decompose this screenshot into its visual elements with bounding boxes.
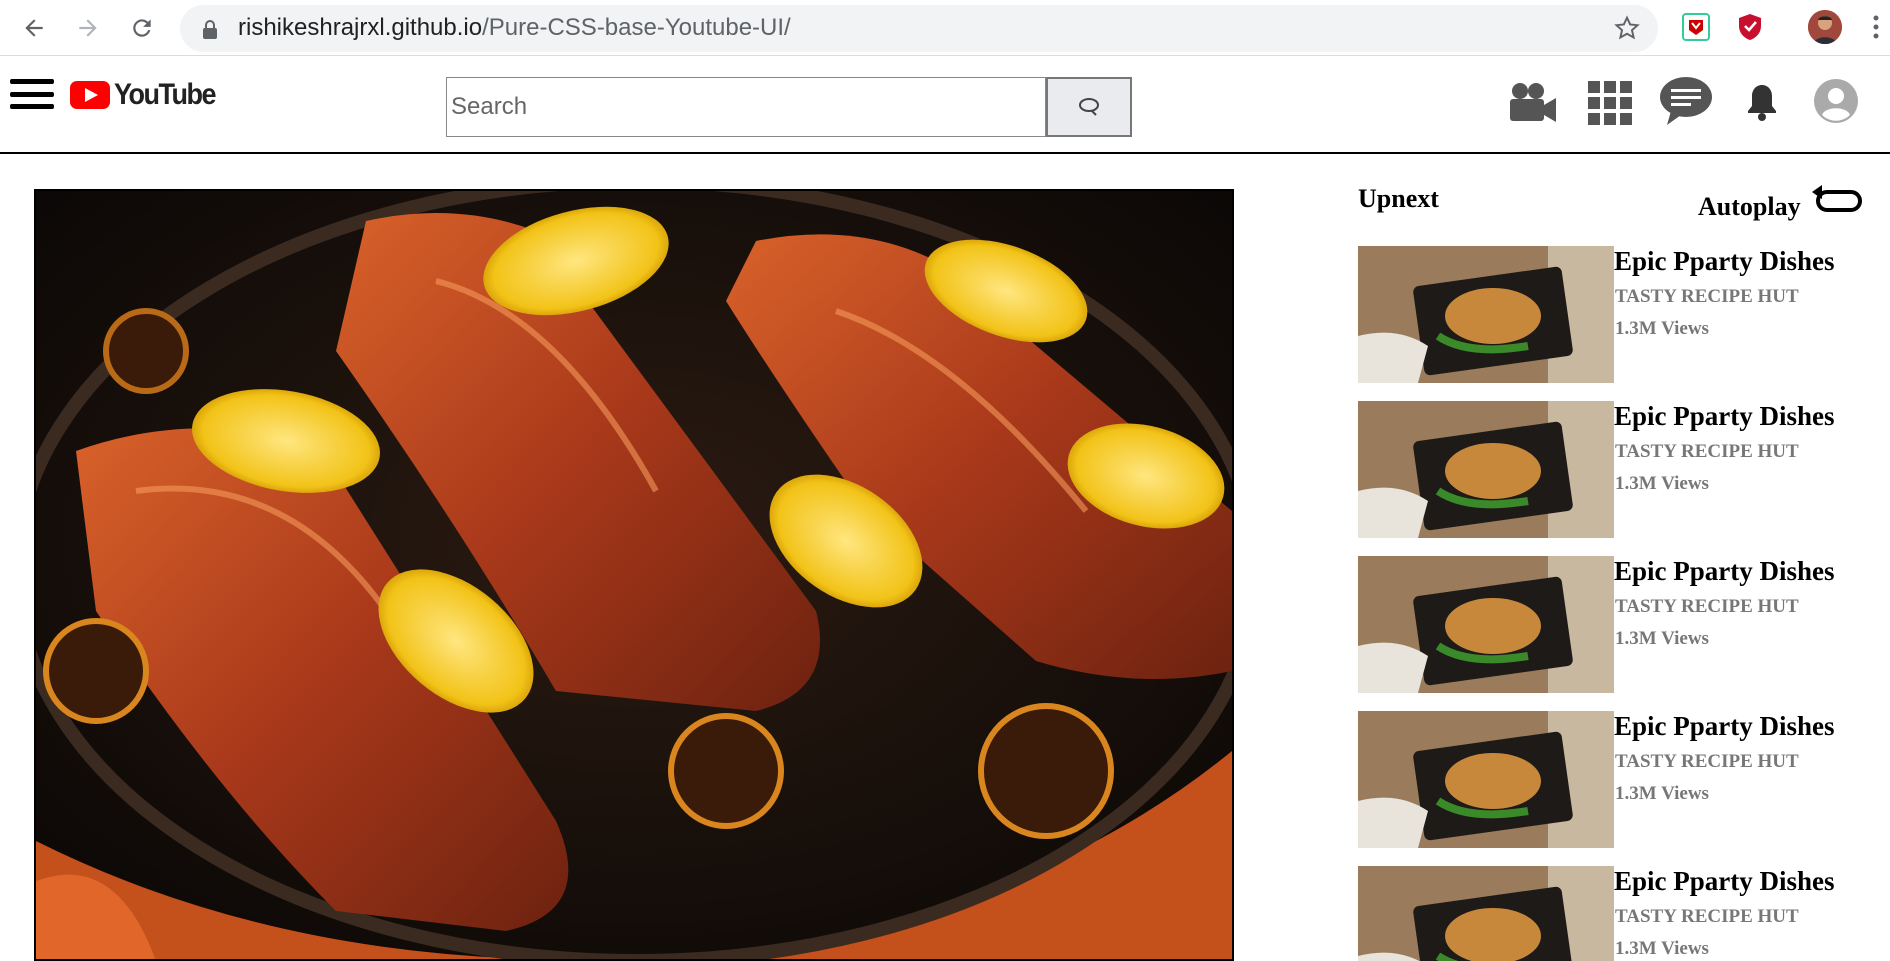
roast-chicken-thumbnail-icon <box>1358 711 1614 848</box>
search-icon <box>1079 98 1099 116</box>
url-host: rishikeshrajrxl.github.io <box>238 14 483 41</box>
roast-chicken-thumbnail-icon <box>1358 866 1614 961</box>
extension-shield-icon[interactable] <box>1735 12 1765 42</box>
arrow-left-icon <box>25 19 43 37</box>
upnext-video-card[interactable]: Epic Pparty Dishes TASTY RECIPE HUT 1.3M… <box>1358 866 1878 961</box>
hamburger-menu-icon[interactable] <box>10 79 54 109</box>
channel-name[interactable]: TASTY RECIPE HUT <box>1615 751 1799 773</box>
view-count: 1.3M Views <box>1615 628 1709 649</box>
video-title[interactable]: Epic Pparty Dishes <box>1614 711 1835 742</box>
roast-chicken-thumbnail-icon <box>1358 246 1614 383</box>
view-count: 1.3M Views <box>1615 473 1709 494</box>
video-thumbnail[interactable] <box>1358 866 1614 961</box>
search-input[interactable] <box>446 77 1046 137</box>
view-count: 1.3M Views <box>1615 783 1709 804</box>
video-thumbnail[interactable] <box>1358 401 1614 538</box>
create-video-icon[interactable] <box>1508 81 1558 125</box>
video-title[interactable]: Epic Pparty Dishes <box>1614 556 1835 587</box>
main-video-player[interactable] <box>34 189 1234 961</box>
logo-text: YouTube <box>114 77 216 111</box>
video-thumbnail[interactable] <box>1358 556 1614 693</box>
back-button[interactable] <box>16 10 52 46</box>
channel-name[interactable]: TASTY RECIPE HUT <box>1615 906 1799 928</box>
messages-icon[interactable] <box>1659 75 1713 127</box>
view-count: 1.3M Views <box>1615 938 1709 959</box>
lock-icon <box>203 20 217 39</box>
autoplay-toggle-icon[interactable] <box>1810 184 1864 221</box>
url-path: /Pure-CSS-base-Youtube-UI/ <box>482 14 791 41</box>
video-thumbnail[interactable] <box>1358 246 1614 383</box>
person-photo-icon <box>1808 10 1842 44</box>
channel-name[interactable]: TASTY RECIPE HUT <box>1615 286 1799 308</box>
youtube-header: YouTube <box>0 57 1890 154</box>
upnext-video-card[interactable]: Epic Pparty Dishes TASTY RECIPE HUT 1.3M… <box>1358 246 1878 386</box>
url-text: rishikeshrajrxl.github.io/Pure-CSS-base-… <box>238 14 791 42</box>
reload-button[interactable] <box>124 10 160 46</box>
video-title[interactable]: Epic Pparty Dishes <box>1614 866 1835 897</box>
profile-avatar[interactable] <box>1808 10 1842 44</box>
upnext-title: Upnext <box>1358 184 1439 213</box>
reload-icon <box>133 19 151 37</box>
roast-chicken-thumbnail-icon <box>1358 401 1614 538</box>
video-thumbnail[interactable] <box>1358 711 1614 848</box>
upnext-video-card[interactable]: Epic Pparty Dishes TASTY RECIPE HUT 1.3M… <box>1358 711 1878 851</box>
youtube-play-icon <box>70 80 110 109</box>
youtube-logo[interactable]: YouTube <box>70 77 216 111</box>
account-avatar-icon[interactable] <box>1814 79 1858 123</box>
extension-mcafee-icon[interactable] <box>1681 12 1711 42</box>
upnext-video-card[interactable]: Epic Pparty Dishes TASTY RECIPE HUT 1.3M… <box>1358 556 1878 696</box>
video-thumbnail-image <box>36 191 1232 959</box>
upnext-video-card[interactable]: Epic Pparty Dishes TASTY RECIPE HUT 1.3M… <box>1358 401 1878 541</box>
search-button[interactable] <box>1046 77 1132 137</box>
channel-name[interactable]: TASTY RECIPE HUT <box>1615 596 1799 618</box>
notifications-bell-icon[interactable] <box>1747 83 1777 121</box>
address-bar[interactable]: rishikeshrajrxl.github.io/Pure-CSS-base-… <box>180 5 1658 52</box>
video-title[interactable]: Epic Pparty Dishes <box>1614 401 1835 432</box>
arrow-right-icon <box>79 19 97 37</box>
forward-button[interactable] <box>70 10 106 46</box>
roast-chicken-thumbnail-icon <box>1358 556 1614 693</box>
bookmark-star-icon[interactable] <box>1614 15 1640 41</box>
video-title[interactable]: Epic Pparty Dishes <box>1614 246 1835 277</box>
channel-name[interactable]: TASTY RECIPE HUT <box>1615 441 1799 463</box>
browser-toolbar: rishikeshrajrxl.github.io/Pure-CSS-base-… <box>0 0 1890 56</box>
apps-grid-icon[interactable] <box>1588 81 1632 125</box>
view-count: 1.3M Views <box>1615 318 1709 339</box>
browser-menu-icon[interactable] <box>1872 14 1880 45</box>
autoplay-label: Autoplay <box>1698 192 1801 221</box>
